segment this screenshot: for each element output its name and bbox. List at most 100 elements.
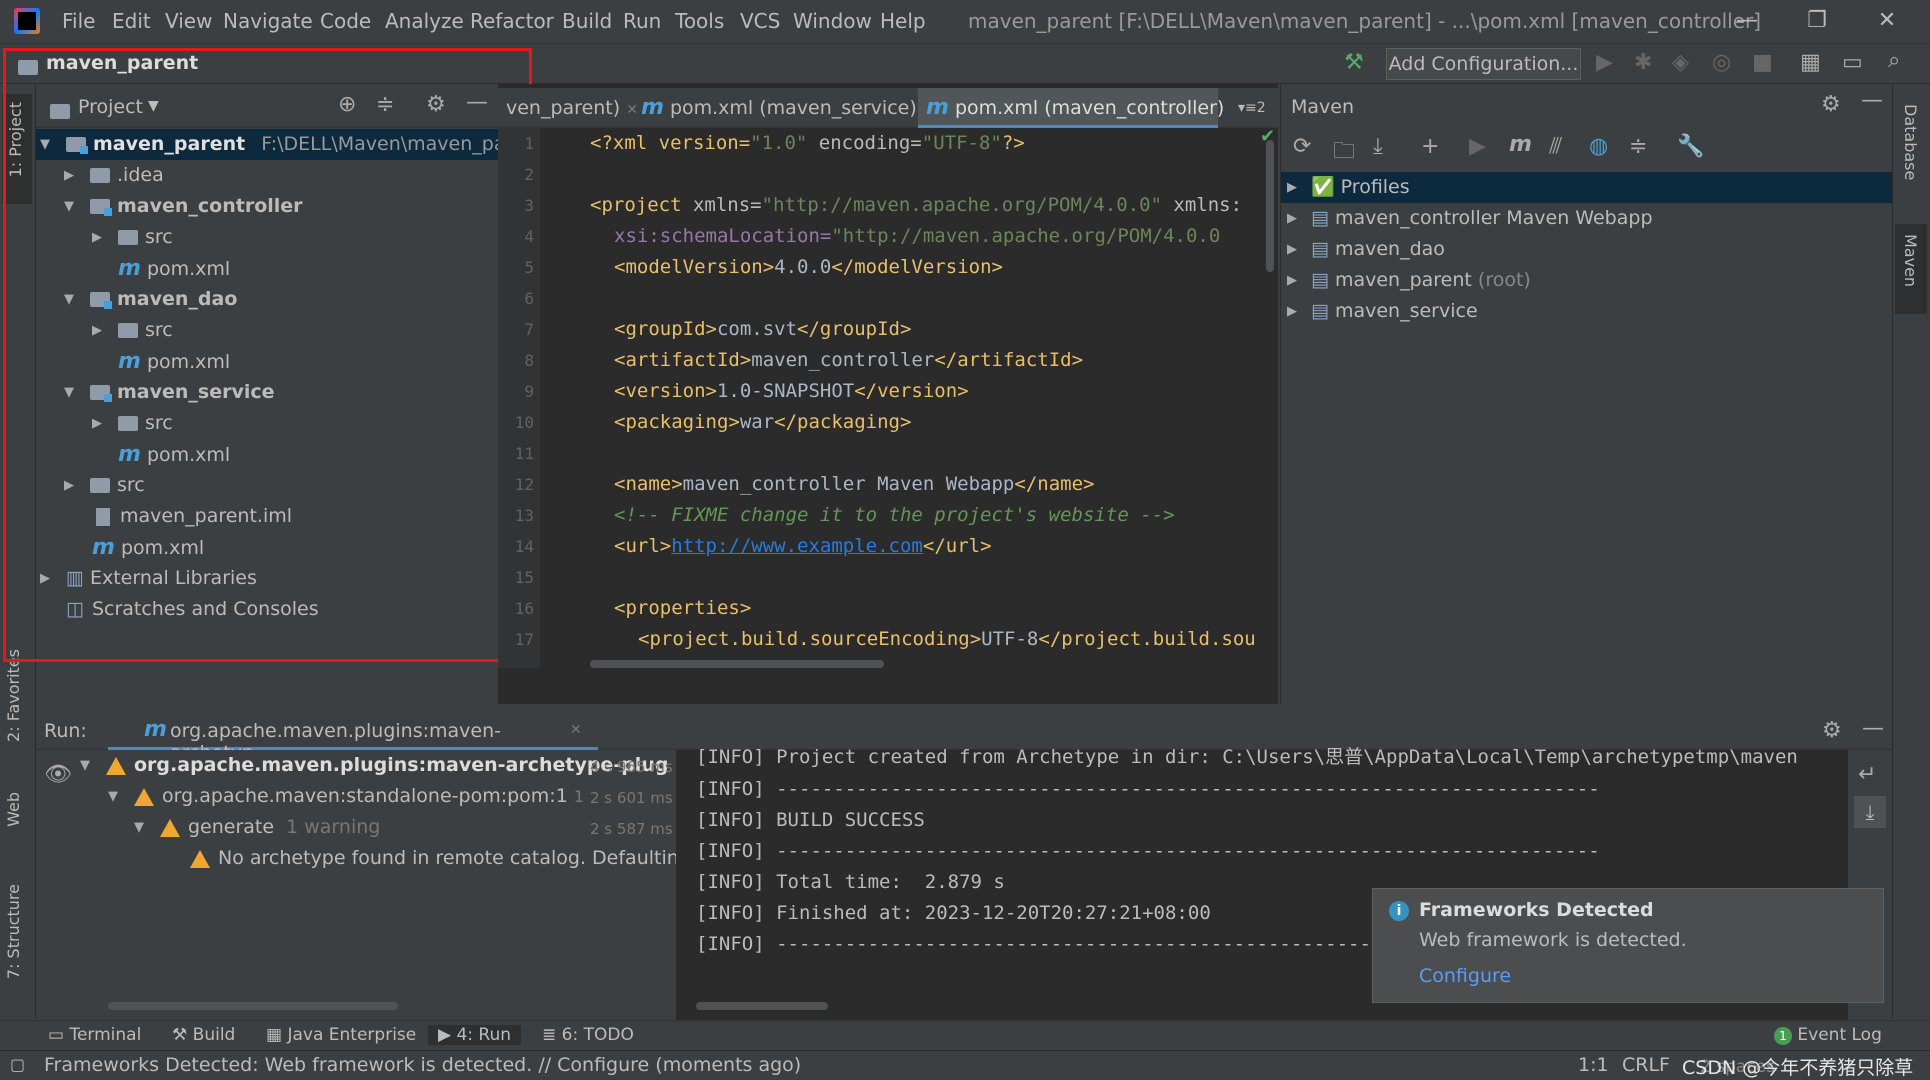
line-number: 5: [524, 258, 534, 277]
run-tree-node[interactable]: ▼ generate 1 warning: [134, 812, 380, 843]
menu-build[interactable]: Build: [562, 9, 612, 33]
maven-panel: Maven ⚙ — ⟳ 🗀 ⤓ + ▶ m ⫻ ◍ ≑ 🔧 ▶ ✅ Profiles…: [1280, 84, 1893, 704]
run-time: 4 s 965 ms: [590, 758, 673, 776]
tab-pom-parent[interactable]: ven_parent) ✕: [498, 88, 646, 128]
tab-pom-service[interactable]: mpom.xml (maven_service) ✕: [633, 88, 943, 128]
maven-module-icon: ▤: [1311, 269, 1329, 291]
menu-code[interactable]: Code: [320, 9, 371, 33]
project-structure-icon[interactable]: ▦: [1800, 50, 1821, 75]
menu-bar: File Edit View Navigate Code Analyze Ref…: [0, 0, 1930, 44]
wrench-icon[interactable]: 🔧: [1677, 134, 1704, 159]
gear-icon[interactable]: ⚙: [1822, 718, 1842, 743]
caret-position[interactable]: 1:1: [1578, 1054, 1609, 1076]
tab-label: ven_parent): [506, 97, 621, 119]
profile-icon[interactable]: ◎: [1712, 50, 1731, 75]
terminal-icon[interactable]: ▭: [1842, 50, 1863, 75]
minimize-icon[interactable]: —: [1732, 8, 1762, 33]
run-tree-root[interactable]: ▼ org.apache.maven.plugins:maven-archetyp…: [80, 750, 668, 781]
add-folder-icon[interactable]: 🗀: [1333, 134, 1355, 172]
event-log-tab[interactable]: 1 Event Log: [1774, 1025, 1882, 1045]
line-number: 17: [514, 630, 534, 649]
run-tree-scrollbar[interactable]: [108, 1002, 398, 1010]
structure-tool-label[interactable]: 7: Structure: [4, 884, 23, 979]
menu-file[interactable]: File: [62, 9, 95, 33]
configure-link[interactable]: Configure: [1419, 965, 1511, 987]
maven-project-service[interactable]: ▶ ▤ maven_service: [1287, 296, 1478, 327]
toggle-offline-icon[interactable]: ⫻: [1549, 134, 1562, 159]
skip-tests-icon[interactable]: ◍: [1589, 134, 1608, 159]
run-tool-tab[interactable]: ▶ 4: Run: [428, 1025, 522, 1045]
menu-navigate[interactable]: Navigate: [223, 9, 313, 33]
line-separator[interactable]: CRLF: [1622, 1054, 1670, 1076]
line-number: 1: [524, 134, 534, 153]
highlight-box: [3, 48, 532, 662]
run-icon[interactable]: ▶: [1596, 50, 1613, 75]
status-message[interactable]: Frameworks Detected: Web framework is de…: [44, 1054, 801, 1076]
maven-project-parent[interactable]: ▶ ▤ maven_parent (root): [1287, 265, 1531, 296]
editor-hscrollbar[interactable]: [590, 660, 884, 668]
add-configuration-button[interactable]: Add Configuration...: [1386, 48, 1581, 80]
todo-tab[interactable]: ≣ 6: TODO: [542, 1025, 634, 1045]
menu-edit[interactable]: Edit: [112, 9, 151, 33]
menu-window[interactable]: Window: [793, 9, 872, 33]
menu-tools[interactable]: Tools: [675, 9, 724, 33]
tab-pom-controller[interactable]: m pom.xml (maven_controller): [918, 88, 1224, 128]
run-note: 1 warning: [286, 816, 381, 838]
terminal-tab[interactable]: ▭ Terminal: [48, 1025, 141, 1045]
right-tool-strip: Database Maven: [1892, 84, 1930, 1019]
hide-panel-icon[interactable]: —: [1861, 88, 1883, 113]
console-line: [INFO] ---------------------------------…: [696, 840, 1600, 862]
menu-analyze[interactable]: Analyze: [385, 9, 464, 33]
menu-help[interactable]: Help: [880, 9, 926, 33]
database-tool-label[interactable]: Database: [1901, 104, 1920, 180]
run-tree-node[interactable]: ▼ org.apache.maven:standalone-pom:pom:1 1…: [108, 781, 619, 812]
editor-tab-bar: ven_parent) ✕ mpom.xml (maven_service) ✕…: [498, 88, 1278, 128]
add-icon[interactable]: +: [1421, 134, 1439, 159]
code-line: <name>maven_controller Maven Webapp</nam…: [614, 473, 1095, 495]
scroll-to-end-icon[interactable]: ⤓: [1854, 796, 1886, 828]
maven-goal-icon[interactable]: m: [1509, 132, 1532, 157]
soft-wrap-icon[interactable]: ↵: [1858, 762, 1876, 787]
reload-icon[interactable]: ⟳: [1293, 134, 1311, 159]
close-tab-icon[interactable]: ✕: [570, 722, 582, 738]
gear-icon[interactable]: ⚙: [1821, 92, 1841, 117]
maven-project-controller[interactable]: ▶ ▤ maven_controller Maven Webapp: [1287, 203, 1653, 234]
close-icon[interactable]: ✕: [1872, 8, 1902, 33]
code-line: <groupId>com.svt</groupId>: [614, 318, 912, 340]
debug-icon[interactable]: ✱: [1634, 50, 1652, 75]
maven-profiles[interactable]: ▶ ✅ Profiles: [1287, 172, 1410, 203]
maven-tool-tab[interactable]: Maven: [1895, 224, 1927, 314]
restore-icon[interactable]: ❐: [1802, 8, 1832, 33]
editor-scrollbar[interactable]: [1266, 140, 1274, 272]
favorites-tool-label[interactable]: 2: Favorites: [4, 649, 23, 742]
stop-icon[interactable]: ■: [1752, 50, 1773, 75]
eye-icon[interactable]: 👁: [44, 762, 72, 787]
run-tree-node[interactable]: No archetype found in remote catalog. De…: [190, 843, 676, 874]
maven-file-icon: m: [641, 95, 664, 120]
hide-panel-icon[interactable]: —: [1862, 716, 1884, 741]
status-bar: ▢ Frameworks Detected: Web framework is …: [0, 1050, 1930, 1080]
code-area[interactable]: <?xml version="1.0" encoding="UTF-8"?> <…: [548, 128, 1268, 668]
collapse-all-icon[interactable]: ≑: [1629, 134, 1647, 159]
menu-view[interactable]: View: [165, 9, 212, 33]
tab-label: pom.xml (maven_controller): [954, 97, 1225, 119]
menu-refactor[interactable]: Refactor: [470, 9, 554, 33]
coverage-icon[interactable]: ◈: [1672, 50, 1689, 75]
intellij-logo: [14, 8, 40, 34]
run-tab[interactable]: m org.apache.maven.plugins:maven-archety…: [108, 714, 598, 764]
java-enterprise-tab[interactable]: ▦ Java Enterprise: [266, 1025, 416, 1045]
console-scrollbar[interactable]: [696, 1002, 828, 1010]
status-toggle-icon[interactable]: ▢: [10, 1055, 25, 1074]
build-tab[interactable]: ⚒ Build: [172, 1025, 235, 1045]
web-tool-label[interactable]: Web: [4, 792, 23, 827]
watermark: CSDN @今年不养猪只除草: [1682, 1057, 1914, 1079]
tab-overflow-icon[interactable]: ▾≡2: [1238, 100, 1266, 116]
maven-project-dao[interactable]: ▶ ▤ maven_dao: [1287, 234, 1445, 265]
run-icon[interactable]: ▶: [1469, 134, 1486, 159]
hammer-icon[interactable]: ⚒: [1344, 50, 1364, 75]
download-icon[interactable]: ⤓: [1373, 134, 1383, 159]
menu-vcs[interactable]: VCS: [740, 9, 780, 33]
menu-run[interactable]: Run: [623, 9, 661, 33]
run-label: Run:: [44, 720, 87, 742]
search-icon[interactable]: ⌕: [1888, 48, 1900, 73]
